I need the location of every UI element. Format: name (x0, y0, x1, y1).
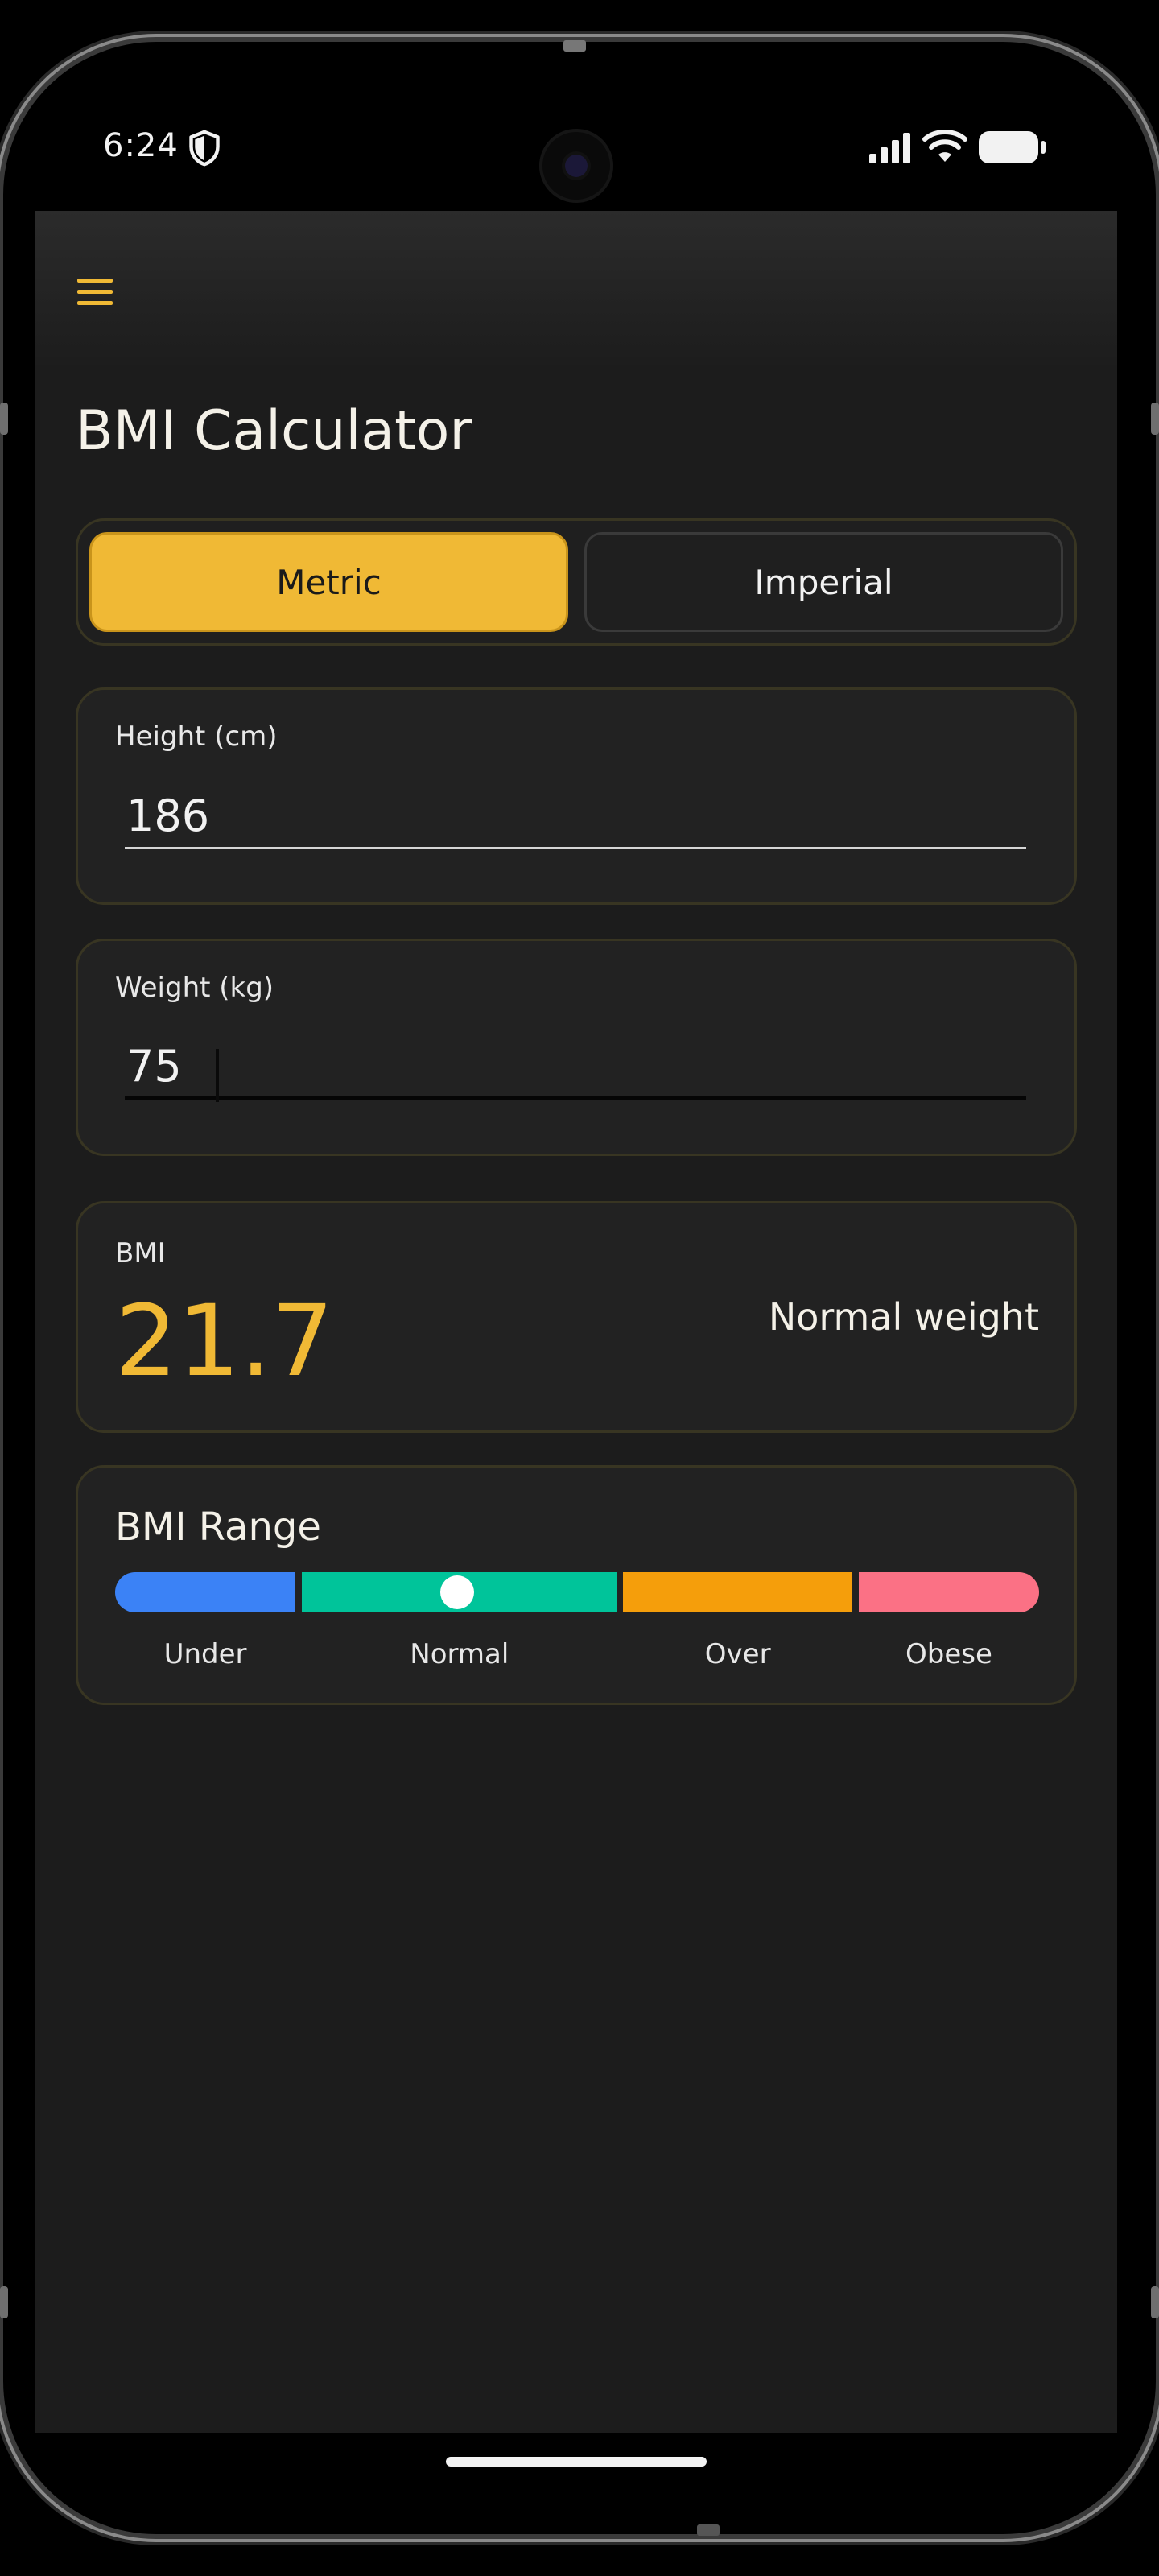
battery-icon (979, 131, 1046, 163)
status-indicators (868, 129, 1046, 166)
cellular-signal-icon (869, 133, 910, 163)
bmi-category: Normal weight (768, 1295, 1039, 1339)
range-title: BMI Range (115, 1505, 321, 1550)
range-label-normal: Normal (410, 1638, 509, 1670)
weight-input[interactable] (125, 1036, 1026, 1100)
weight-card: Weight (kg) (76, 939, 1077, 1156)
status-bar: 6:24 (0, 0, 1159, 211)
weight-label: Weight (kg) (115, 972, 274, 1004)
height-card: Height (cm) (76, 687, 1077, 905)
bmi-value: 21.7 (115, 1284, 334, 1398)
frame-antenna-mark (697, 2524, 720, 2536)
front-camera (539, 129, 613, 203)
range-label-under: Under (163, 1638, 247, 1670)
bmi-label: BMI (115, 1237, 166, 1269)
range-segment-under (115, 1572, 296, 1612)
height-label: Height (cm) (115, 720, 278, 753)
unit-toggle: Metric Imperial (76, 518, 1077, 646)
home-indicator[interactable] (446, 2457, 707, 2467)
bmi-result-card: BMI 21.7 Normal weight (76, 1201, 1077, 1433)
page-title: BMI Calculator (76, 399, 472, 463)
app-bar (35, 211, 1117, 372)
side-button (1151, 402, 1159, 435)
side-button (0, 2286, 8, 2318)
metric-button[interactable]: Metric (89, 532, 568, 632)
range-label-over: Over (704, 1638, 771, 1670)
side-button (0, 402, 8, 435)
status-time: 6:24 (103, 127, 179, 164)
wifi-icon (922, 130, 967, 162)
shield-icon (189, 130, 220, 167)
range-marker (439, 1575, 474, 1609)
range-segment-over (623, 1572, 852, 1612)
height-input[interactable] (125, 785, 1026, 849)
range-label-obese: Obese (905, 1638, 992, 1670)
imperial-button[interactable]: Imperial (584, 532, 1063, 632)
range-segment-obese (858, 1572, 1039, 1612)
bmi-range-card: BMI Range Under Normal Over Obese (76, 1465, 1077, 1705)
text-cursor (216, 1049, 219, 1102)
range-bar (115, 1572, 1039, 1612)
app-screen: BMI Calculator Metric Imperial Height (c… (35, 211, 1117, 2433)
side-button (1151, 2286, 1159, 2318)
hamburger-menu-icon[interactable] (76, 270, 118, 312)
